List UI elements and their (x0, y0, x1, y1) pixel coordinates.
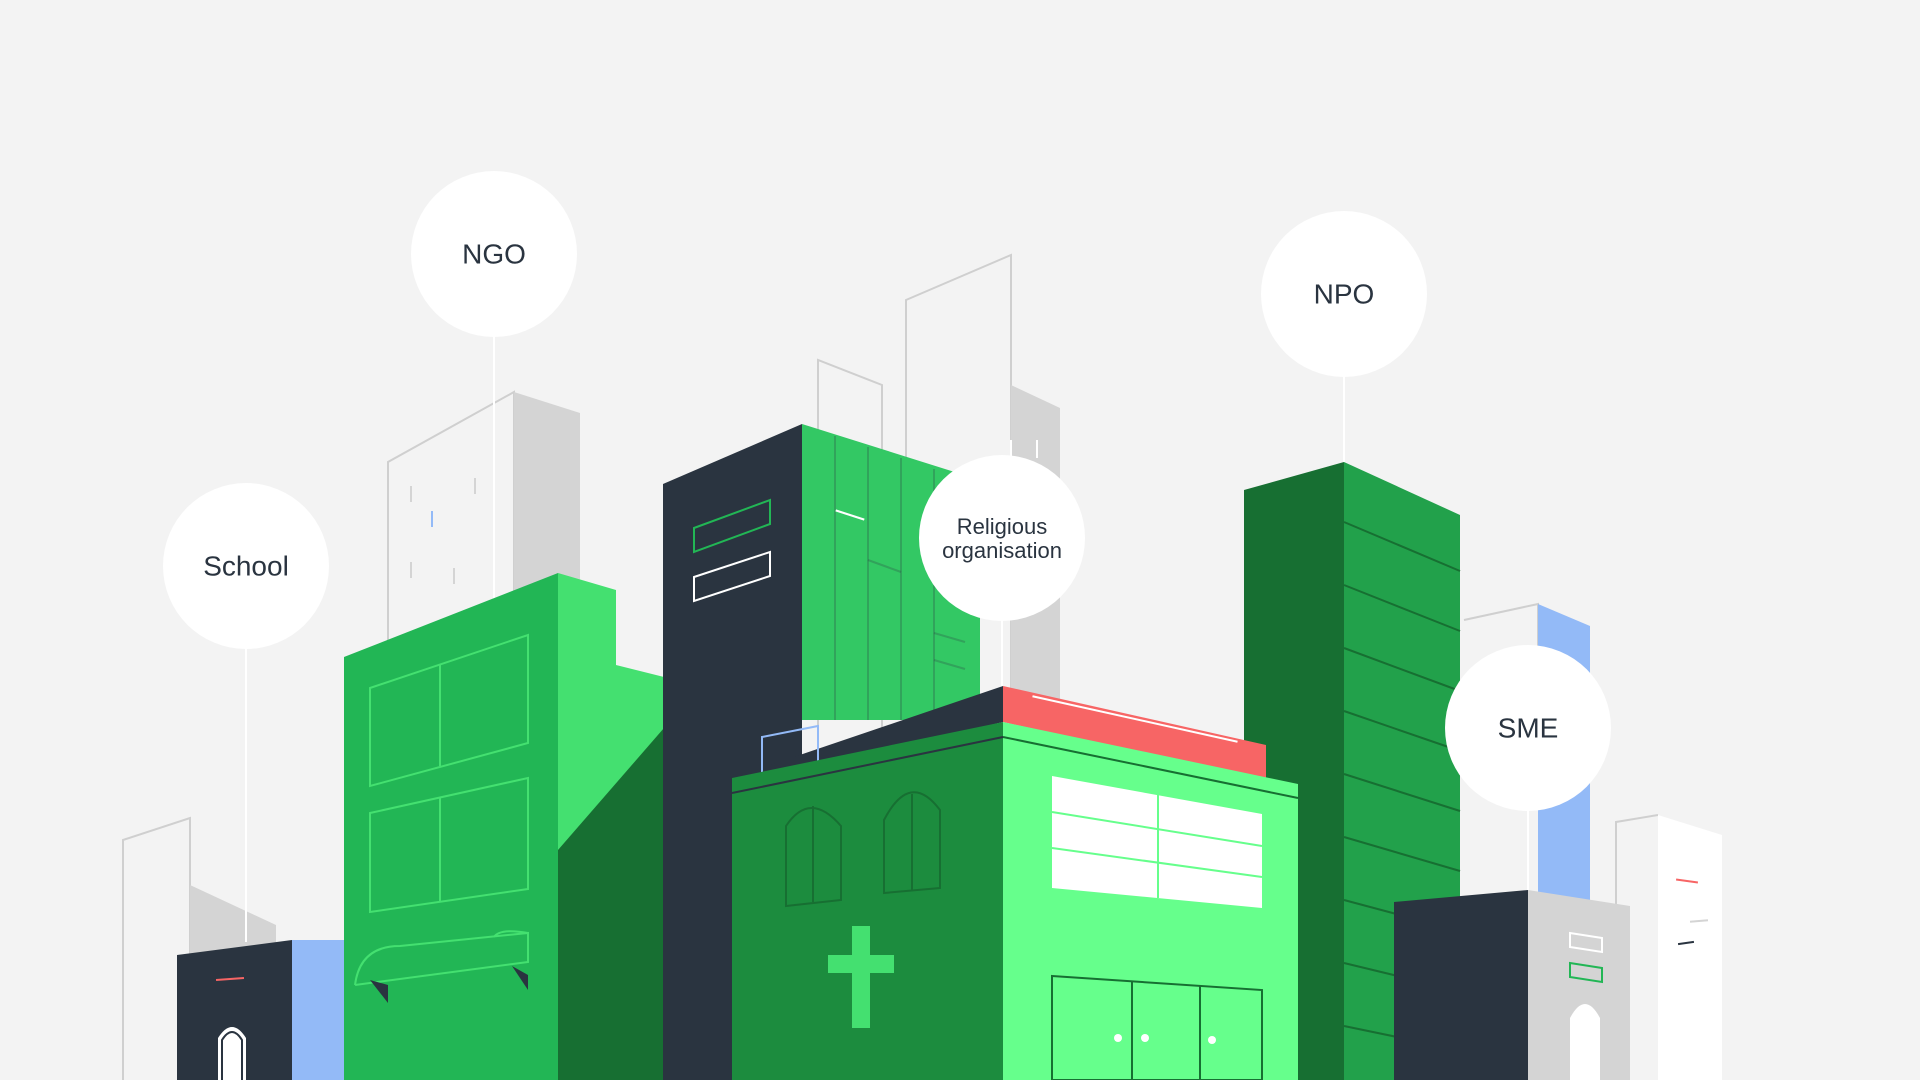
school-bubble: School (163, 483, 329, 649)
sme-bubble: SME (1445, 645, 1611, 811)
sme-label: SME (1498, 712, 1559, 743)
outline-tower-window-ticks (410, 478, 476, 584)
ngo-bubble: NGO (411, 171, 577, 337)
religious-organisation-bubble: Religious organisation (919, 455, 1085, 621)
religious-label-line2: organisation (942, 538, 1062, 563)
sme-building (1394, 890, 1630, 1080)
church-building (731, 686, 1299, 1080)
organisation-types-illustration: School NGO Religious organisation NPO SM… (0, 0, 1920, 1080)
ngo-building (344, 573, 664, 1080)
npo-bubble: NPO (1261, 211, 1427, 377)
city-skyline-svg: School NGO Religious organisation NPO SM… (122, 171, 1722, 1080)
right-white-tower (1658, 815, 1722, 1080)
religious-label-line1: Religious (957, 514, 1048, 539)
ngo-label: NGO (462, 238, 526, 269)
school-building (177, 940, 345, 1080)
school-label: School (203, 550, 289, 581)
npo-label: NPO (1314, 278, 1375, 309)
